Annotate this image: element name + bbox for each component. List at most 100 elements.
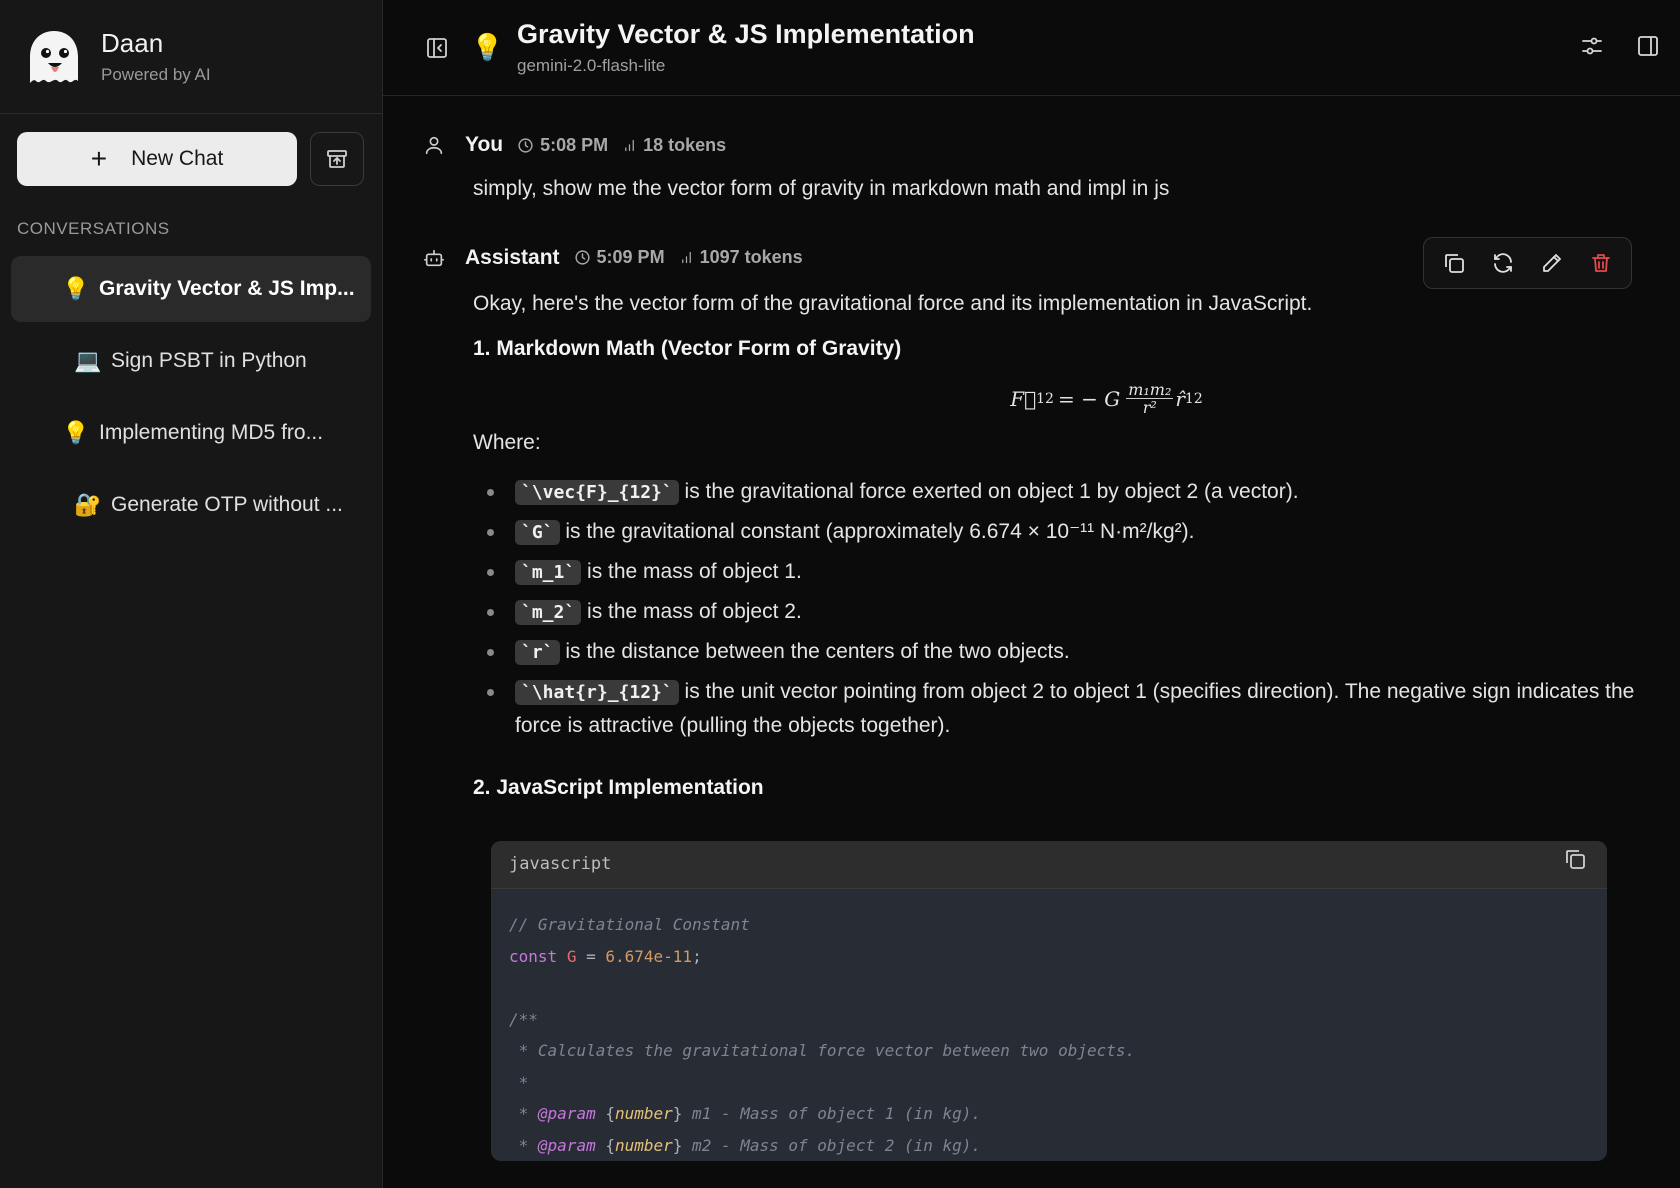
code-block-header: javascript: [491, 841, 1607, 890]
new-chat-label: New Chat: [131, 147, 224, 170]
toggle-right-panel-button[interactable]: [1636, 34, 1660, 63]
archive-icon: [327, 150, 347, 168]
copy-icon: [1566, 850, 1585, 870]
panel-right-icon: [1638, 36, 1658, 56]
inline-code: `r`: [515, 640, 560, 666]
assistant-intro: Okay, here's the vector form of the grav…: [473, 291, 1313, 315]
list-item-text: is the gravitational constant (approxima…: [559, 520, 1195, 544]
formula-fraction: m₁m₂ r²: [1126, 379, 1174, 418]
plus-icon: +: [90, 143, 108, 174]
refresh-icon: [1494, 252, 1513, 273]
conversation-title: Generate OTP without ...: [111, 493, 343, 516]
code-language: javascript: [509, 853, 612, 874]
message-text: simply, show me the vector form of gravi…: [473, 177, 1170, 200]
formula-denominator: r²: [1142, 398, 1157, 418]
message-tokens: 18 tokens: [643, 134, 727, 155]
new-chat-button[interactable]: + New Chat: [17, 132, 297, 186]
code-operator: =: [576, 946, 606, 966]
list-item: `m_1` is the mass of object 1.: [473, 555, 1680, 589]
heading-js: 2. JavaScript Implementation: [473, 776, 764, 800]
code-number: 6.674e-11: [605, 946, 693, 966]
archive-button[interactable]: [310, 132, 364, 186]
clock-icon: [574, 250, 590, 265]
code-doc-tag: @param: [537, 1104, 596, 1124]
code-variable: G: [566, 946, 577, 966]
gravity-formula: F⃗ 12 = − G m₁m₂ r² r̂ 12: [473, 376, 1680, 422]
trash-icon: [1591, 253, 1610, 272]
code-doc-tag: @param: [537, 1135, 596, 1155]
sliders-icon: [1582, 37, 1602, 55]
list-item-text: is the gravitational force exerted on ob…: [678, 480, 1299, 504]
formula-lhs: F⃗: [1010, 386, 1037, 411]
formula-rhs-sub: 12: [1184, 390, 1203, 407]
copy-message-button[interactable]: [1442, 251, 1466, 275]
code-comment: m2 - Mass of object 2 (in kg).: [682, 1135, 982, 1155]
lightbulb-icon: 💡: [62, 420, 90, 445]
list-item-text: is the unit vector pointing from object …: [515, 680, 1635, 738]
app-subtitle: Powered by AI: [101, 65, 211, 84]
message-author: You: [465, 133, 504, 156]
message-list: You 5:08 PM 18 tokens simply, show me th…: [383, 96, 1680, 1162]
chat-title: Gravity Vector & JS Implementation: [517, 19, 975, 49]
conversation-title: Sign PSBT in Python: [111, 349, 307, 372]
ghost-logo-icon: [22, 27, 82, 87]
message-tokens: 1097 tokens: [699, 247, 803, 268]
collapse-sidebar-button[interactable]: [423, 34, 451, 62]
list-item-text: is the mass of object 1.: [581, 560, 802, 584]
inline-code: `m_2`: [515, 600, 582, 626]
sidebar-collapse-icon: [427, 37, 447, 58]
conversation-item-otp[interactable]: 🔐 Generate OTP without ...: [11, 472, 371, 538]
list-item: `m_2` is the mass of object 2.: [473, 595, 1680, 629]
code-comment: * Calculates the gravitational force vec…: [509, 1041, 1136, 1061]
where-label: Where:: [473, 430, 541, 454]
clock-icon: [518, 137, 533, 153]
conversation-title: Gravity Vector & JS Imp...: [99, 277, 355, 300]
lock-key-icon: 🔐: [74, 492, 102, 517]
conversation-item-md5[interactable]: 💡 Implementing MD5 fro...: [11, 400, 371, 466]
message-author: Assistant: [465, 245, 560, 269]
edit-message-button[interactable]: [1540, 251, 1564, 275]
conversation-item-gravity[interactable]: 💡 Gravity Vector & JS Imp...: [11, 256, 371, 322]
formula-lhs-sub: 12: [1036, 390, 1054, 407]
conversation-item-psbt[interactable]: 💻 Sign PSBT in Python: [11, 328, 371, 394]
inline-code: `\hat{r}_{12}`: [515, 680, 679, 706]
message-actions: [1423, 236, 1632, 289]
list-item: `G` is the gravitational constant (appro…: [473, 515, 1680, 549]
lightbulb-icon: 💡: [62, 276, 90, 301]
message-time: 5:08 PM: [540, 134, 609, 155]
brand-header: Daan Powered by AI: [0, 0, 382, 114]
user-icon: [423, 134, 457, 156]
code-content: // Gravitational Constant const G = 6.674…: [509, 915, 1136, 1155]
conversation-list: 💡 Gravity Vector & JS Imp... 💻 Sign PSBT…: [0, 256, 382, 538]
delete-message-button[interactable]: [1589, 251, 1613, 275]
inline-code: `G`: [515, 520, 560, 546]
bar-chart-icon: [625, 139, 635, 151]
list-item-text: is the mass of object 2.: [581, 600, 802, 624]
regenerate-button[interactable]: [1491, 251, 1515, 275]
bar-chart-icon: [681, 251, 691, 264]
code-doc-type: number: [614, 1135, 673, 1155]
settings-sliders-button[interactable]: [1580, 34, 1604, 63]
code-doc-type: number: [614, 1104, 673, 1124]
pencil-icon: [1542, 253, 1561, 272]
code-comment: m1 - Mass of object 1 (in kg).: [682, 1104, 982, 1124]
copy-icon: [1445, 253, 1465, 273]
app-name: Daan: [101, 28, 164, 58]
code-comment: *: [509, 1135, 538, 1155]
assistant-content: Okay, here's the vector form of the grav…: [423, 287, 1680, 1162]
formula-numerator: m₁m₂: [1126, 379, 1174, 400]
list-item-text: is the distance between the centers of t…: [559, 640, 1070, 664]
list-item: `\hat{r}_{12}` is the unit vector pointi…: [473, 675, 1680, 743]
code-comment: // Gravitational Constant: [509, 915, 750, 935]
laptop-icon: 💻: [74, 348, 102, 373]
code-comment: *: [509, 1104, 538, 1124]
inline-code: `m_1`: [515, 560, 582, 586]
variable-list: `\vec{F}_{12}` is the gravitational forc…: [473, 475, 1680, 743]
heading-math: 1. Markdown Math (Vector Form of Gravity…: [473, 337, 902, 361]
user-message: You 5:08 PM 18 tokens simply, show me th…: [423, 130, 1680, 206]
chat-header: 💡 Gravity Vector & JS Implementation gem…: [383, 0, 1680, 96]
copy-code-button[interactable]: [1563, 847, 1587, 882]
list-item: `r` is the distance between the centers …: [473, 635, 1680, 669]
formula-eq: = − G: [1057, 386, 1121, 411]
assistant-message: Assistant 5:09 PM 1097 tokens Okay, here…: [423, 236, 1680, 1162]
